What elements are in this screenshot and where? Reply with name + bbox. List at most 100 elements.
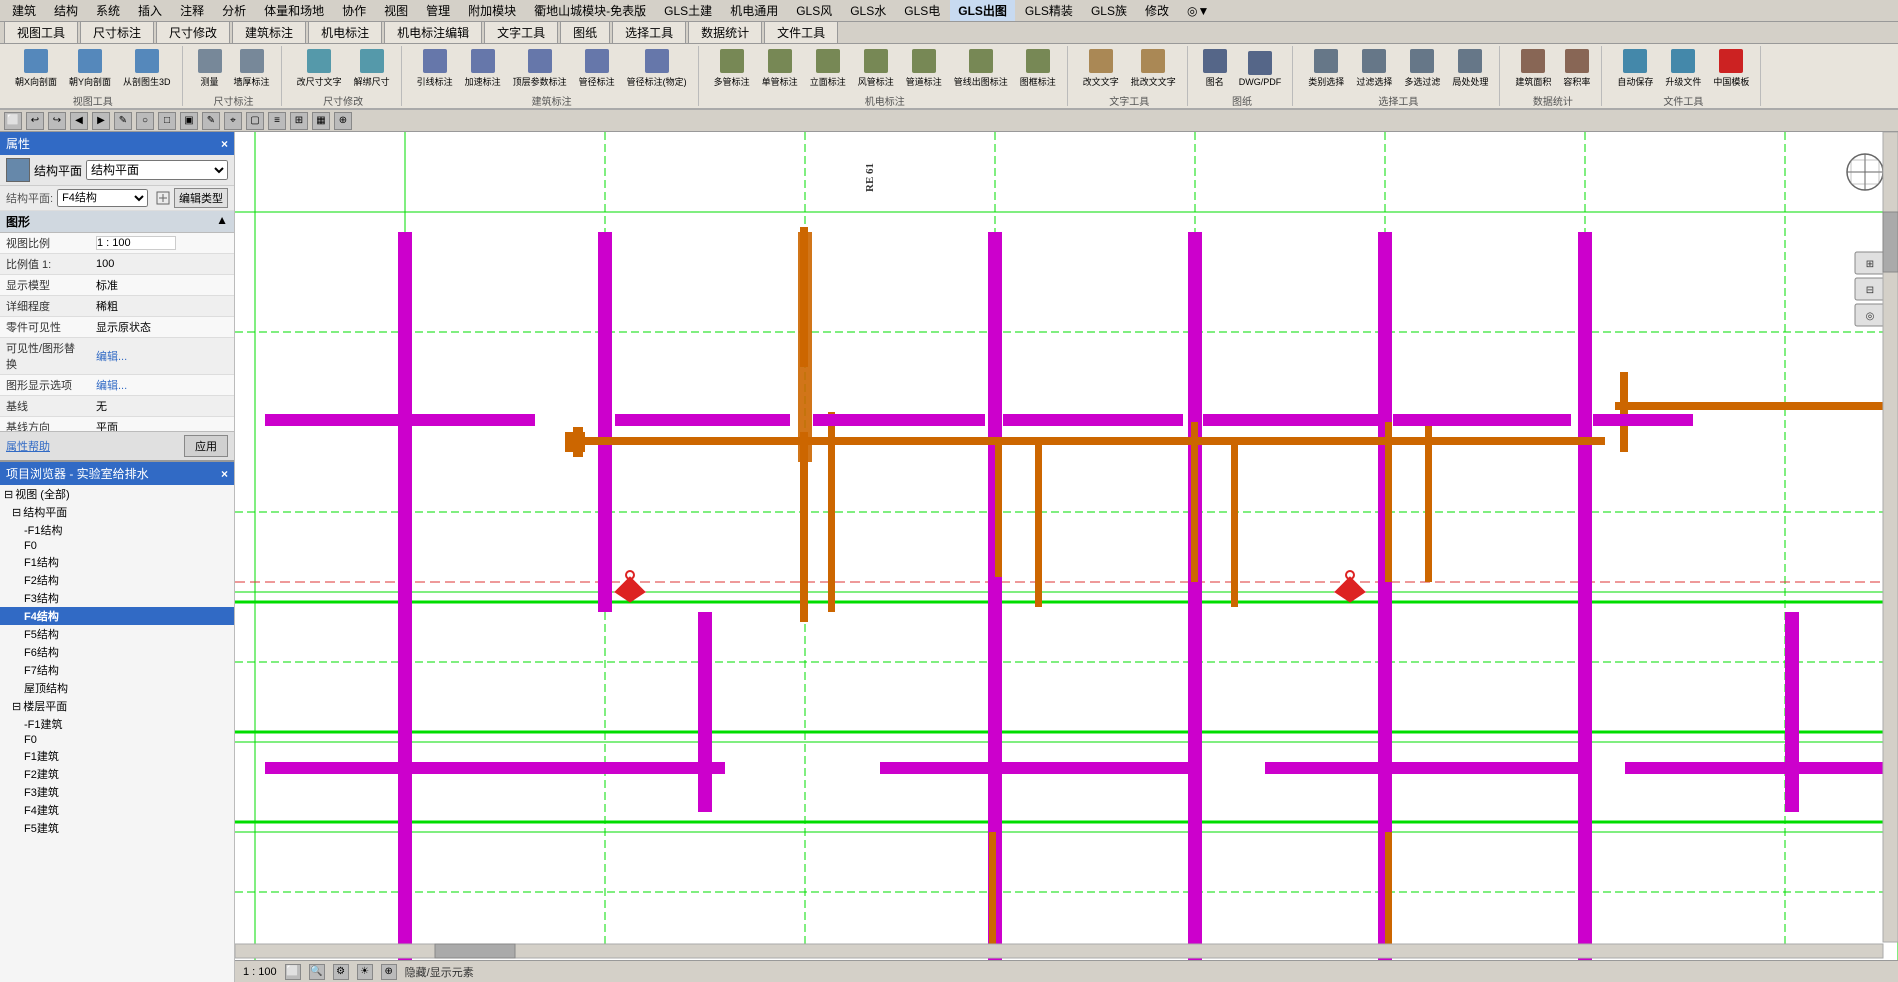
tree-item-arch-f5[interactable]: F5建筑 <box>0 819 234 837</box>
status-btn-1[interactable]: ⬜ <box>285 964 301 980</box>
qa-box[interactable]: ▢ <box>246 112 264 130</box>
status-btn-2[interactable]: 🔍 <box>309 964 325 980</box>
btn-pipe-ann-fixed[interactable]: 管径标注(物定) <box>622 46 692 91</box>
menu-item-manage[interactable]: 管理 <box>418 0 458 21</box>
btn-fast[interactable]: 加速标注 <box>460 46 506 91</box>
btn-pipe-ann[interactable]: 管径标注 <box>574 46 620 91</box>
tab-mep-ann-edit[interactable]: 机电标注编辑 <box>384 21 482 43</box>
btn-single-ann[interactable]: 单管标注 <box>757 46 803 91</box>
menu-item-gls-finish[interactable]: GLS精装 <box>1017 0 1081 21</box>
status-btn-5[interactable]: ⊕ <box>381 964 397 980</box>
edit-type-btn[interactable]: 编辑类型 <box>174 188 228 208</box>
tab-arch-ann[interactable]: 建筑标注 <box>232 21 306 43</box>
btn-dwg-pdf[interactable]: DWG/PDF <box>1234 48 1287 90</box>
qa-new[interactable]: ⬜ <box>4 112 22 130</box>
prop-section-graphic[interactable]: 图形 ▲ <box>0 211 234 233</box>
qa-next[interactable]: ▶ <box>92 112 110 130</box>
qa-prev[interactable]: ◀ <box>70 112 88 130</box>
btn-x-section[interactable]: 朝X向剖面 <box>10 46 62 91</box>
menu-item-modify[interactable]: 修改 <box>1137 0 1177 21</box>
tree-item-f0[interactable]: F0 <box>0 539 234 553</box>
qa-grid[interactable]: ▣ <box>180 112 198 130</box>
btn-local-handle[interactable]: 局处处理 <box>1447 46 1493 91</box>
btn-air-ann[interactable]: 风管标注 <box>853 46 899 91</box>
menu-item-gls-family[interactable]: GLS族 <box>1083 0 1135 21</box>
status-btn-3[interactable]: ⚙ <box>333 964 349 980</box>
btn-multi-ann[interactable]: 多管标注 <box>709 46 755 91</box>
btn-modify-text[interactable]: 改文文字 <box>1078 46 1124 91</box>
menu-item-build[interactable]: 建筑 <box>4 0 44 21</box>
tree-item-arch-f1n[interactable]: -F1建筑 <box>0 715 234 733</box>
tree-item-f5[interactable]: F5结构 <box>0 625 234 643</box>
qa-redo[interactable]: ↪ <box>48 112 66 130</box>
qa-circle[interactable]: ○ <box>136 112 154 130</box>
tree-struct-plan[interactable]: ⊟ 结构平面 <box>0 503 234 521</box>
btn-elev-ann[interactable]: 立面标注 <box>805 46 851 91</box>
tree-item-f4[interactable]: F4结构 <box>0 607 234 625</box>
tree-item-f3[interactable]: F3结构 <box>0 589 234 607</box>
project-browser-close[interactable]: × <box>221 467 228 481</box>
qa-cross[interactable]: ⊞ <box>290 112 308 130</box>
btn-filter-select[interactable]: 过滤选择 <box>1351 46 1397 91</box>
tree-item-f7[interactable]: F7结构 <box>0 661 234 679</box>
btn-autosave[interactable]: 自动保存 <box>1612 46 1658 91</box>
qa-undo[interactable]: ↩ <box>26 112 44 130</box>
tab-data[interactable]: 数据统计 <box>688 21 762 43</box>
menu-item-gls-water[interactable]: GLS水 <box>842 0 894 21</box>
qa-pen[interactable]: ✎ <box>114 112 132 130</box>
tree-item-arch-f3[interactable]: F3建筑 <box>0 783 234 801</box>
qa-target[interactable]: ⌖ <box>224 112 242 130</box>
tab-drawing[interactable]: 图纸 <box>560 21 610 43</box>
btn-autodim2[interactable]: 解绑尺寸 <box>349 46 395 91</box>
props-apply-btn[interactable]: 应用 <box>184 435 228 457</box>
tree-item-f1n[interactable]: -F1结构 <box>0 521 234 539</box>
btn-y-section[interactable]: 朝Y向剖面 <box>64 46 116 91</box>
btn-pipe-drawing[interactable]: 管线出图标注 <box>949 46 1013 91</box>
tree-floor-plan[interactable]: ⊟ 楼层平面 <box>0 697 234 715</box>
qa-rect[interactable]: □ <box>158 112 176 130</box>
menu-item-gls-elec[interactable]: GLS电 <box>896 0 948 21</box>
btn-leader[interactable]: 引线标注 <box>412 46 458 91</box>
edit-type-icon[interactable] <box>156 191 170 205</box>
menu-item-collaborate[interactable]: 协作 <box>334 0 374 21</box>
menu-item-gls-drawing[interactable]: GLS出图 <box>950 0 1015 21</box>
view-name-select[interactable]: F4结构 <box>57 189 148 207</box>
btn-frame-ann[interactable]: 图框标注 <box>1015 46 1061 91</box>
btn-pipe-tag[interactable]: 管道标注 <box>901 46 947 91</box>
menu-item-gls-civil[interactable]: GLS土建 <box>656 0 720 21</box>
btn-upgrade[interactable]: 升级文件 <box>1660 46 1706 91</box>
menu-item-addins[interactable]: 附加模块 <box>460 0 524 21</box>
tab-file[interactable]: 文件工具 <box>764 21 838 43</box>
tree-root[interactable]: ⊟ 视图 (全部) <box>0 485 234 503</box>
btn-topparam[interactable]: 顶层参数标注 <box>508 46 572 91</box>
tree-item-arch-f0[interactable]: F0 <box>0 733 234 747</box>
tab-mep-ann[interactable]: 机电标注 <box>308 21 382 43</box>
properties-panel-close[interactable]: × <box>221 137 228 151</box>
btn-cn-template[interactable]: 中国模板 <box>1708 46 1754 91</box>
tree-item-arch-f4[interactable]: F4建筑 <box>0 801 234 819</box>
menu-item-massing[interactable]: 体量和场地 <box>256 0 332 21</box>
tab-view-tools[interactable]: 视图工具 <box>4 21 78 43</box>
btn-category-select[interactable]: 类别选择 <box>1303 46 1349 91</box>
tab-text[interactable]: 文字工具 <box>484 21 558 43</box>
menu-item-struct[interactable]: 结构 <box>46 0 86 21</box>
tree-item-arch-f1[interactable]: F1建筑 <box>0 747 234 765</box>
tree-item-f6[interactable]: F6结构 <box>0 643 234 661</box>
btn-batch-text[interactable]: 批改文文字 <box>1126 46 1181 91</box>
menu-item-analyze[interactable]: 分析 <box>214 0 254 21</box>
qa-edit[interactable]: ✎ <box>202 112 220 130</box>
qa-plus[interactable]: ⊕ <box>334 112 352 130</box>
menu-item-gls-air[interactable]: GLS风 <box>788 0 840 21</box>
canvas-area[interactable]: RE 61 1 : 100 ⊞ ⊟ ◎ <box>235 132 1898 982</box>
tab-select[interactable]: 选择工具 <box>612 21 686 43</box>
tree-item-roof[interactable]: 屋顶结构 <box>0 679 234 697</box>
props-help-link[interactable]: 属性帮助 <box>6 438 50 454</box>
menu-item-insert[interactable]: 插入 <box>130 0 170 21</box>
tree-item-arch-f2[interactable]: F2建筑 <box>0 765 234 783</box>
btn-measure[interactable]: 测量 <box>193 46 227 91</box>
btn-thickness[interactable]: 墙厚标注 <box>229 46 275 91</box>
tab-dim-mod[interactable]: 尺寸修改 <box>156 21 230 43</box>
menu-item-qd[interactable]: 衢地山城模块-免表版 <box>526 0 654 21</box>
btn-3d[interactable]: 从剖图生3D <box>118 46 176 91</box>
view-type-select[interactable]: 结构平面 <box>86 160 228 180</box>
